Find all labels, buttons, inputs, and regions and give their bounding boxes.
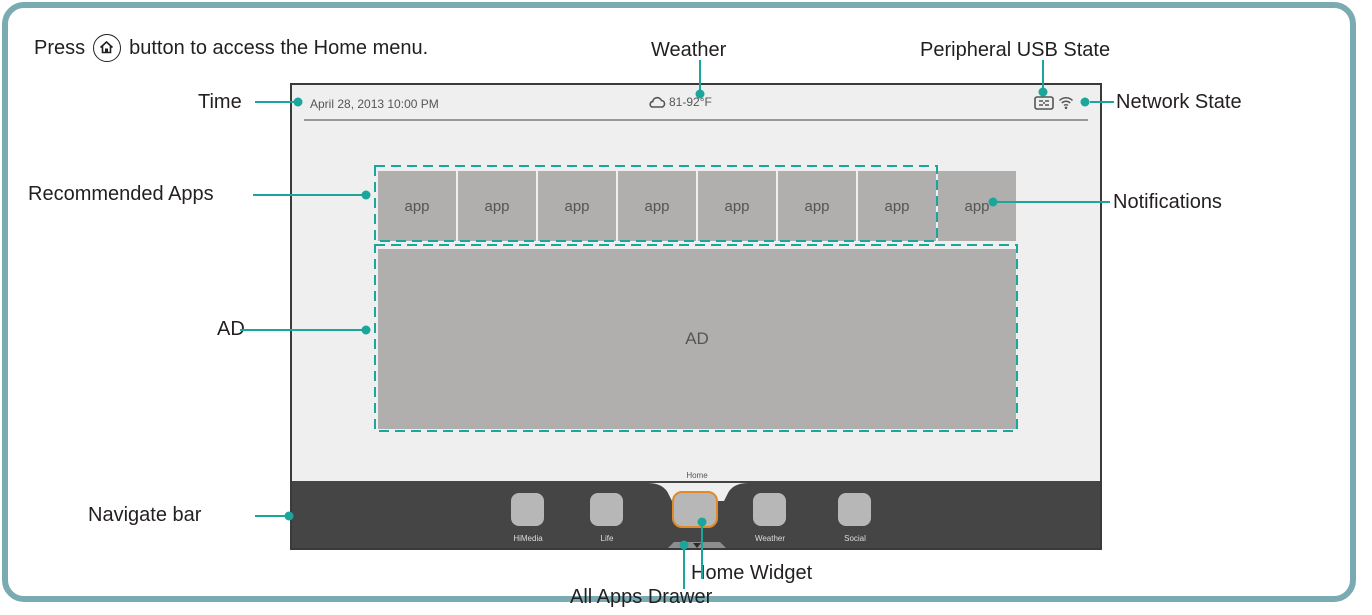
annotation-overlay: [240, 60, 1114, 589]
ad-outline: [374, 244, 1018, 432]
recommended-apps-outline: [374, 165, 938, 242]
